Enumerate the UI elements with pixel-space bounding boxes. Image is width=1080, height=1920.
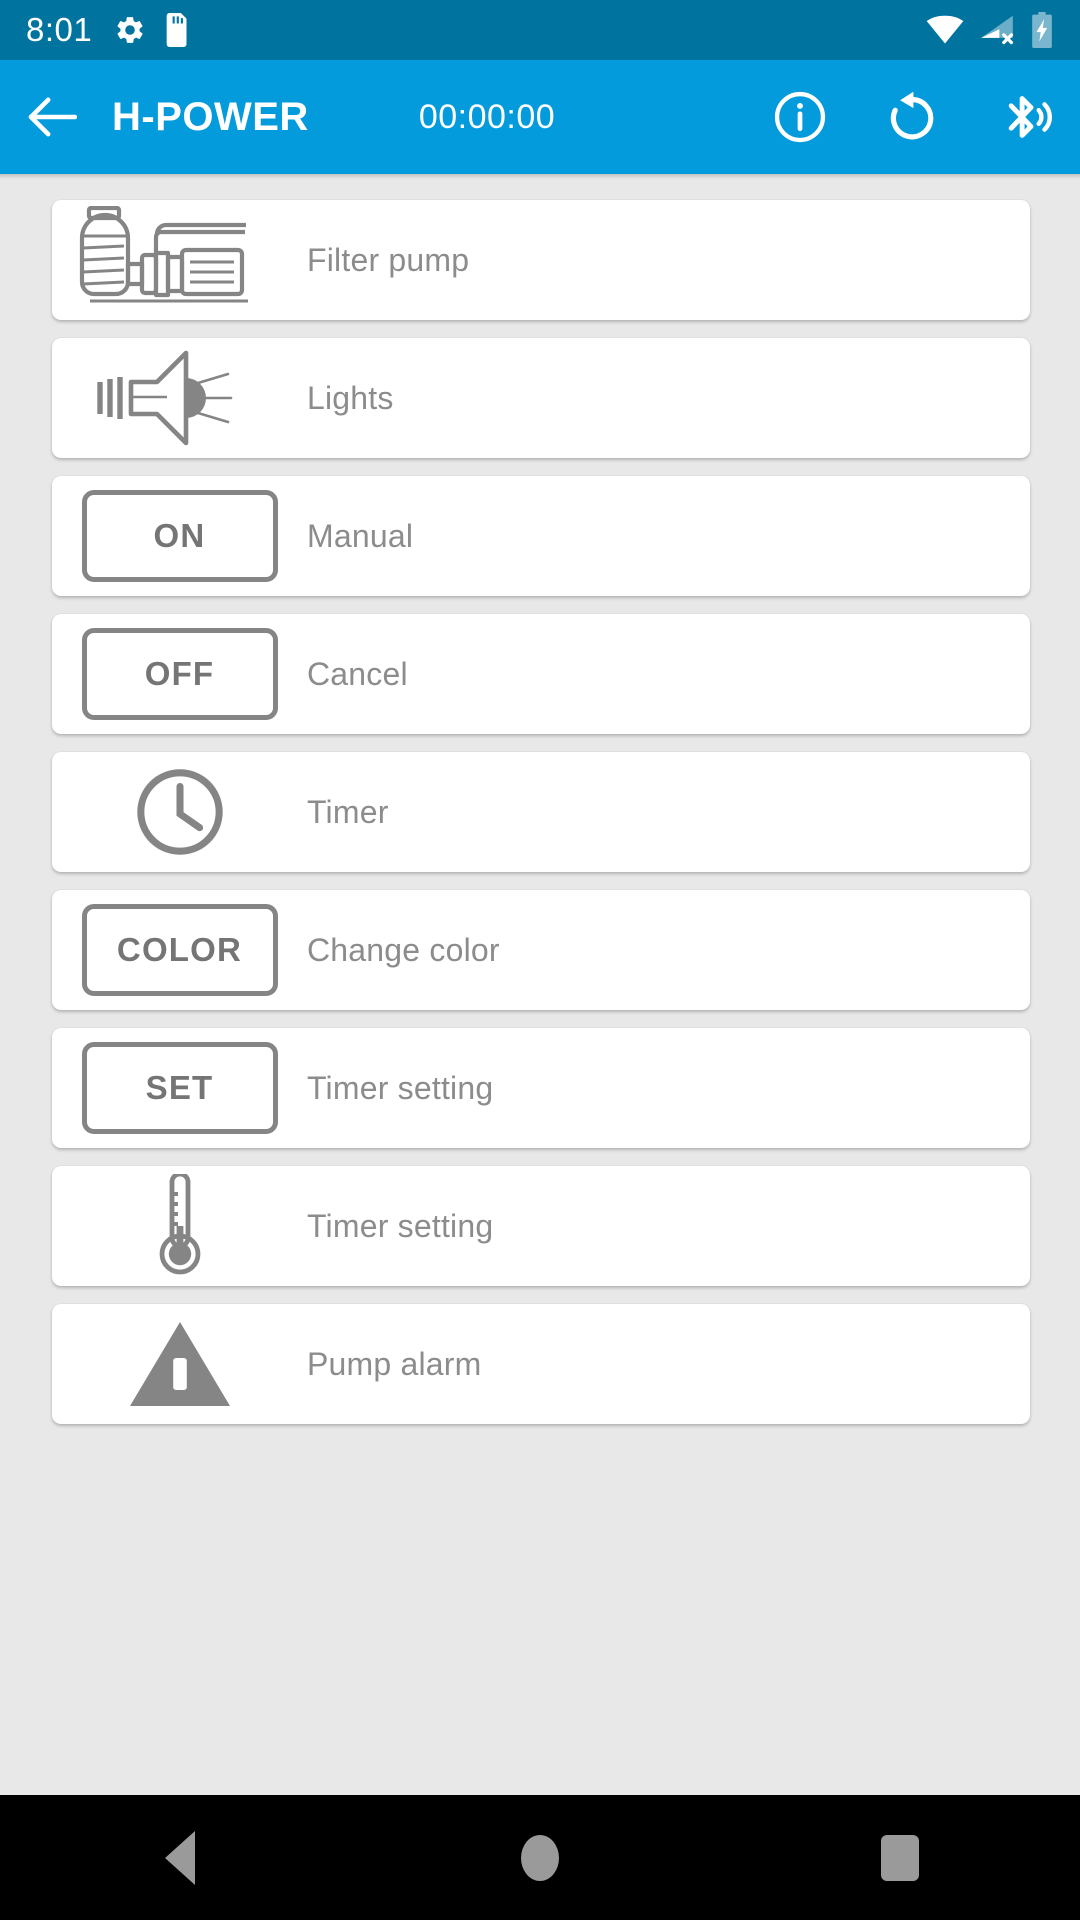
wifi-icon xyxy=(926,15,964,44)
toolbar-timer: 00:00:00 xyxy=(418,97,556,136)
nav-back-button[interactable] xyxy=(0,1830,360,1885)
off-button[interactable]: OFF xyxy=(81,628,278,720)
filter-pump-icon xyxy=(52,200,307,320)
color-button[interactable]: COLOR xyxy=(81,904,278,996)
list-item-label: Lights xyxy=(307,379,394,416)
spotlight-icon xyxy=(52,338,307,458)
reset-rotate-left-icon xyxy=(890,91,934,140)
thermometer-icon xyxy=(52,1166,307,1286)
control-list[interactable]: Filter pump Lights ON Manual OFF Cancel … xyxy=(0,179,1080,1795)
list-item[interactable]: SET Timer setting xyxy=(52,1028,1030,1148)
warning-triangle-icon xyxy=(52,1304,307,1424)
list-item[interactable]: Pump alarm xyxy=(52,1304,1030,1424)
off-button-cell: OFF xyxy=(52,614,307,734)
battery-charging-icon xyxy=(1032,12,1052,48)
list-item-label: Pump alarm xyxy=(307,1345,482,1382)
app-toolbar: H-POWER 00:00:00 xyxy=(0,60,1080,174)
nav-recents-button[interactable] xyxy=(720,1834,1080,1881)
list-item-label: Cancel xyxy=(307,655,408,692)
bluetooth-searching-icon xyxy=(1008,96,1052,138)
list-item-label: Manual xyxy=(307,517,414,554)
clock-icon xyxy=(52,752,307,872)
status-bar-right-icons xyxy=(926,12,1054,48)
info-icon xyxy=(774,91,826,143)
nav-home-icon xyxy=(521,1834,559,1881)
nav-back-icon xyxy=(165,1830,195,1885)
page-title: H-POWER xyxy=(112,94,309,139)
bluetooth-button[interactable] xyxy=(968,60,1080,174)
list-item[interactable]: Timer setting xyxy=(52,1166,1030,1286)
back-arrow-icon xyxy=(28,97,77,137)
sd-card-icon xyxy=(166,13,187,47)
list-item-label: Timer setting xyxy=(307,1207,494,1244)
list-item-label: Timer xyxy=(307,793,389,830)
list-item[interactable]: COLOR Change color xyxy=(52,890,1030,1010)
back-button[interactable] xyxy=(0,96,104,138)
info-button[interactable] xyxy=(744,60,856,174)
system-navigation-bar xyxy=(0,1795,1080,1920)
on-button-cell: ON xyxy=(52,476,307,596)
color-button-cell: COLOR xyxy=(52,890,307,1010)
cellular-no-signal-icon xyxy=(981,15,1014,45)
nav-home-button[interactable] xyxy=(360,1834,720,1881)
list-item-label: Change color xyxy=(307,931,500,968)
on-button[interactable]: ON xyxy=(81,490,278,582)
status-bar: 8:01 xyxy=(0,0,1080,60)
set-button-cell: SET xyxy=(52,1028,307,1148)
settings-gear-icon xyxy=(117,17,143,43)
status-bar-clock: 8:01 xyxy=(26,11,93,48)
list-item-label: Timer setting xyxy=(307,1069,494,1106)
reset-button[interactable] xyxy=(856,60,968,174)
toolbar-actions xyxy=(744,60,1080,174)
app-screen: 8:01 H-POWER 00:00:00 Filter pump Lights… xyxy=(0,0,1080,1920)
set-button[interactable]: SET xyxy=(81,1042,278,1134)
list-item[interactable]: Lights xyxy=(52,338,1030,458)
status-bar-left-icons xyxy=(114,13,192,47)
list-item[interactable]: ON Manual xyxy=(52,476,1030,596)
list-item-label: Filter pump xyxy=(307,241,470,278)
nav-recents-icon xyxy=(881,1834,919,1881)
list-item[interactable]: Timer xyxy=(52,752,1030,872)
list-item[interactable]: OFF Cancel xyxy=(52,614,1030,734)
list-item[interactable]: Filter pump xyxy=(52,200,1030,320)
